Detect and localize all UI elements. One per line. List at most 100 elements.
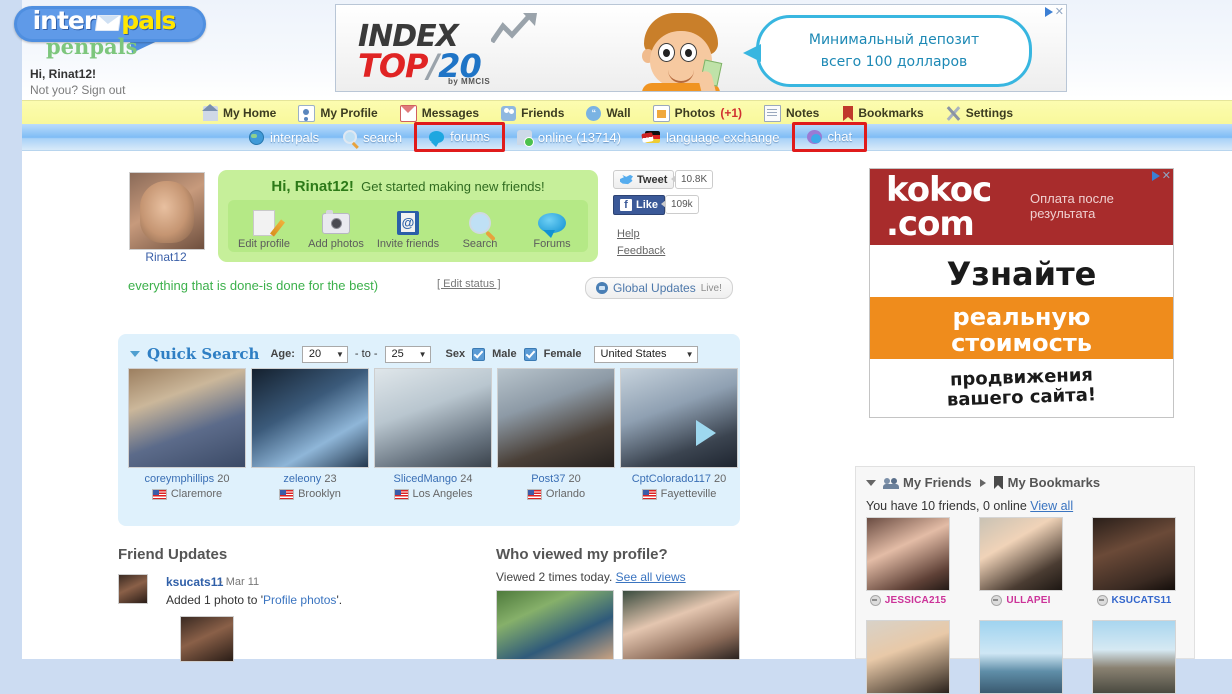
view-all-friends-link[interactable]: View all	[1030, 499, 1073, 513]
nav-my-home[interactable]: My Home	[192, 101, 287, 125]
friend-item[interactable]	[1092, 620, 1176, 694]
sidebar-ad[interactable]: kokoc .com Оплата после результата Узнай…	[869, 168, 1174, 418]
friend-thumbnail[interactable]	[1092, 517, 1176, 591]
subnav-language-exchange[interactable]: language exchange	[633, 125, 792, 149]
user-card[interactable]: coreymphillips 20 Claremore	[128, 368, 246, 500]
friend-thumbnail[interactable]	[1092, 620, 1176, 694]
sign-out-link[interactable]: Sign out	[81, 83, 125, 97]
welcome-actions: Edit profile Add photos Invite friends S…	[228, 200, 588, 252]
action-search[interactable]: Search	[444, 208, 516, 250]
chevron-down-icon[interactable]	[866, 479, 876, 486]
friend-item[interactable]: ULLAPEI	[979, 517, 1063, 606]
female-checkbox[interactable]	[523, 347, 537, 361]
action-add-photos[interactable]: Add photos	[300, 208, 372, 250]
friend-name[interactable]: KSUCATS11	[1112, 595, 1172, 606]
age-from-select[interactable]: 20 ▼	[301, 345, 348, 363]
globe-icon	[249, 129, 264, 145]
age-to-select[interactable]: 25 ▼	[384, 345, 431, 363]
subnav-forums[interactable]: forums	[414, 121, 505, 152]
user-card[interactable]: Post37 20 Orlando	[497, 368, 615, 500]
avatar[interactable]	[129, 172, 205, 250]
chevron-right-icon[interactable]	[979, 478, 986, 487]
user-thumbnail[interactable]	[497, 368, 615, 468]
user-thumbnail[interactable]	[374, 368, 492, 468]
friend-name[interactable]: JESSICA215	[885, 595, 946, 606]
friend-thumbnail[interactable]	[866, 620, 950, 694]
friend-update-avatar[interactable]	[118, 574, 148, 604]
action-invite-friends[interactable]: Invite friends	[372, 208, 444, 250]
user-thumbnail[interactable]	[251, 368, 369, 468]
tweet-button[interactable]: Tweet	[613, 170, 675, 189]
user-thumbnail[interactable]	[128, 368, 246, 468]
friend-item[interactable]	[866, 620, 950, 694]
friend-update-user[interactable]: ksucats11	[166, 575, 223, 589]
subnav-interpals[interactable]: interpals	[237, 125, 331, 149]
close-icon[interactable]: ✕	[1162, 171, 1171, 182]
nav-photos[interactable]: Photos (+1)	[642, 101, 753, 125]
help-link[interactable]: Help	[617, 228, 640, 240]
friend-item[interactable]	[979, 620, 1063, 694]
nav-wall[interactable]: “ Wall	[575, 101, 641, 125]
quick-search-title[interactable]: Quick Search	[147, 345, 259, 363]
feedback-link[interactable]: Feedback	[617, 245, 665, 257]
user-card[interactable]: zeleony 23 Brooklyn	[251, 368, 369, 500]
user-thumbnail[interactable]	[620, 368, 738, 468]
wall-icon: “	[586, 105, 602, 121]
female-label: Female	[543, 348, 582, 360]
like-button[interactable]: f Like	[613, 195, 666, 215]
male-checkbox[interactable]	[472, 347, 486, 361]
top-ad-bubble-line1: Минимальный депозит	[808, 32, 980, 48]
next-arrow-icon[interactable]	[696, 420, 716, 446]
friend-thumbnail[interactable]	[866, 517, 950, 591]
action-forums[interactable]: Forums	[516, 208, 588, 250]
subnav-chat[interactable]: chat	[791, 121, 868, 152]
tab-my-bookmarks[interactable]: My Bookmarks	[993, 475, 1100, 490]
viewer-photo[interactable]	[496, 590, 614, 660]
sidebar-ad-orange-line2: стоимость	[951, 329, 1092, 357]
friend-update-album-link[interactable]: Profile photos	[263, 593, 336, 607]
adchoices-icon[interactable]	[1044, 7, 1053, 17]
sidebar-ad-controls[interactable]: ✕	[1151, 171, 1171, 182]
user-name[interactable]: Post37	[531, 473, 565, 485]
top-banner-ad[interactable]: INDEX TOP/20 by MMCIS Минимальный депози…	[335, 4, 1067, 92]
friend-update-text: Added 1 photo to 'Profile photos'.	[166, 593, 342, 607]
user-card[interactable]: CptColorado117 20 Fayetteville	[620, 368, 738, 500]
close-icon[interactable]: ✕	[1055, 7, 1064, 18]
sidebar-ad-logo-line1: kokoc	[886, 170, 992, 210]
viewer-photo[interactable]	[622, 590, 740, 660]
friend-item[interactable]: KSUCATS11	[1092, 517, 1176, 606]
sub-nav-items: interpals search forums online (13714) l…	[237, 121, 868, 152]
friend-thumbnail[interactable]	[979, 620, 1063, 694]
subnav-search-label: search	[363, 129, 403, 145]
subnav-online[interactable]: online (13714)	[505, 125, 633, 149]
friend-item[interactable]: JESSICA215	[866, 517, 950, 606]
user-card[interactable]: SlicedMango 24 Los Angeles	[374, 368, 492, 500]
us-flag-icon	[151, 488, 167, 500]
profile-name[interactable]: Rinat12	[129, 250, 203, 264]
edit-status-link[interactable]: [ Edit status ]	[437, 278, 501, 290]
chevron-down-icon[interactable]	[130, 351, 140, 357]
friend-updates-section: Friend Updates ksucats11 - Mar 11 Added …	[118, 546, 488, 662]
nav-my-profile[interactable]: My Profile	[287, 101, 388, 125]
adchoices-icon[interactable]	[1151, 171, 1160, 181]
us-flag-icon	[279, 488, 295, 500]
friend-thumbnail[interactable]	[979, 517, 1063, 591]
friend-update-photo[interactable]	[180, 616, 234, 662]
user-name[interactable]: zeleony	[283, 473, 321, 485]
site-logo[interactable]: inter pals penpals	[8, 4, 218, 60]
user-name[interactable]: CptColorado117	[632, 473, 711, 485]
facebook-icon: f	[620, 199, 632, 211]
tab-my-friends[interactable]: My Friends	[883, 475, 972, 490]
user-name[interactable]: SlicedMango	[394, 473, 458, 485]
subnav-search[interactable]: search	[331, 125, 414, 149]
action-search-label: Search	[462, 238, 498, 250]
friend-name[interactable]: ULLAPEI	[1006, 595, 1050, 606]
action-edit-profile[interactable]: Edit profile	[228, 208, 300, 250]
age-to-value: 25	[391, 348, 404, 360]
see-all-views-link[interactable]: See all views	[616, 570, 686, 584]
global-updates-button[interactable]: Global Updates Live!	[585, 277, 733, 299]
nav-settings[interactable]: Settings	[935, 101, 1024, 125]
top-ad-controls[interactable]: ✕	[1044, 7, 1064, 18]
country-select[interactable]: United States ▼	[593, 345, 698, 363]
user-name[interactable]: coreymphillips	[144, 473, 214, 485]
